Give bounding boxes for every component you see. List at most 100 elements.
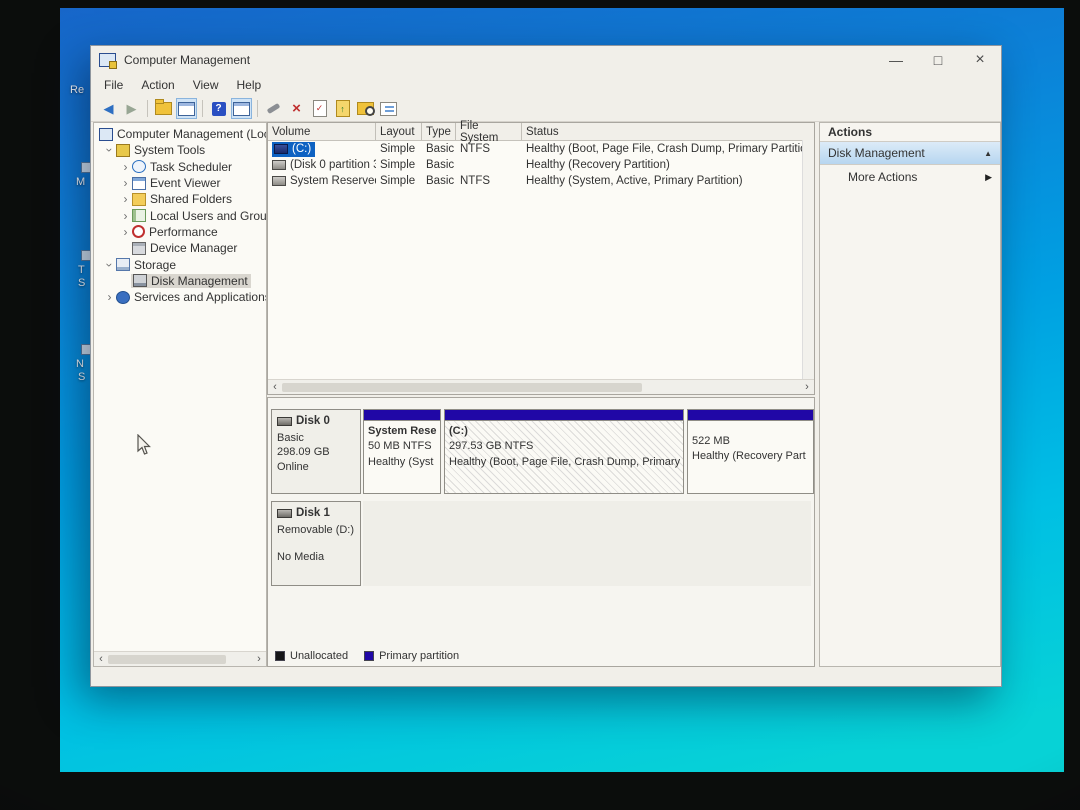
no-media-region[interactable] [363,501,811,586]
show-action-pane-icon[interactable] [176,98,197,119]
partition-recovery[interactable]: 522 MB Healthy (Recovery Part [687,409,814,494]
volume-list: Volume Layout Type File System Status (C… [267,122,815,395]
volume-list-vertical-scrollbar[interactable] [802,140,814,380]
disk-icon [277,509,292,518]
disk-status: No Media [277,550,355,565]
window-title: Computer Management [124,53,250,67]
tree-item-system-tools[interactable]: › System Tools [94,142,266,158]
tree-horizontal-scrollbar[interactable]: ‹ › [94,651,266,666]
volume-row-c[interactable]: (C:) Simple Basic NTFS Healthy (Boot, Pa… [268,141,814,157]
chevron-right-icon[interactable]: › [120,211,131,221]
scroll-left-icon[interactable]: ‹ [94,653,108,665]
delete-volume-icon[interactable]: × [286,98,307,119]
volume-list-horizontal-scrollbar[interactable]: ‹ › [268,379,814,394]
disk-management-icon [133,274,147,287]
column-header-layout[interactable]: Layout [376,123,422,140]
tree-item-services-applications[interactable]: › Services and Applications [94,289,266,305]
desktop-icon-label[interactable]: M [76,176,85,188]
tree-item-local-users-groups[interactable]: › Local Users and Groups [94,207,266,223]
help-icon[interactable]: ? [208,98,229,119]
tree-item-device-manager[interactable]: Device Manager [94,240,266,256]
legend-label: Unallocated [290,650,348,662]
forward-icon[interactable]: ▶ [121,98,142,119]
tree-item-storage[interactable]: › Storage [94,256,266,272]
scroll-left-icon[interactable]: ‹ [268,381,282,393]
disk-type: Removable (D:) [277,523,355,538]
disk-size: 298.09 GB [277,445,355,460]
check-document-icon[interactable]: ✓ [309,98,330,119]
task-scheduler-icon [132,160,146,173]
chevron-down-icon[interactable]: › [105,145,115,156]
maximize-button[interactable]: □ [917,46,959,74]
desktop-icon-label[interactable]: Re [70,84,84,96]
chevron-right-icon[interactable]: › [120,178,131,188]
disk-0-label[interactable]: Disk 0 Basic 298.09 GB Online [271,409,361,494]
attributes-tool-icon[interactable] [263,98,284,119]
primary-partition-bar [688,410,813,421]
menu-help[interactable]: Help [228,76,271,94]
column-header-type[interactable]: Type [422,123,456,140]
desktop-icon-label[interactable]: N [76,358,84,370]
title-bar[interactable]: Computer Management — □ × [91,46,1001,74]
partition-status: Healthy (Syst [368,455,436,470]
volume-type: Basic [422,143,456,155]
volume-file-system: NTFS [456,143,522,155]
tree-item-label: Shared Folders [150,192,232,206]
desktop-icon-label[interactable]: S [78,277,85,289]
chevron-right-icon[interactable]: › [120,227,131,237]
back-icon[interactable]: ◀ [98,98,119,119]
volume-status: Healthy (System, Active, Primary Partiti… [522,175,814,187]
chevron-down-icon[interactable]: › [105,259,115,270]
chevron-right-icon[interactable]: › [120,194,131,204]
legend-primary-partition: Primary partition [364,650,459,662]
volume-row-partition3[interactable]: (Disk 0 partition 3) Simple Basic Health… [268,157,814,173]
toolbar-separator [147,100,148,117]
tree-item-disk-management[interactable]: Disk Management [94,273,266,289]
partition-size: 297.53 GB NTFS [449,439,679,454]
storage-icon [116,258,130,271]
scrollbar-thumb[interactable] [282,383,642,392]
partition-c-selected[interactable]: (C:) 297.53 GB NTFS Healthy (Boot, Page … [444,409,684,494]
scroll-right-icon[interactable]: › [252,653,266,665]
volume-type: Basic [422,175,456,187]
partition-title: System Rese [368,424,436,439]
volume-layout: Simple [376,175,422,187]
volume-row-system-reserved[interactable]: System Reserved Simple Basic NTFS Health… [268,173,814,189]
tree-item-shared-folders[interactable]: › Shared Folders [94,191,266,207]
scroll-right-icon[interactable]: › [800,381,814,393]
menu-action[interactable]: Action [132,76,183,94]
partition-title: (C:) [449,424,679,439]
chevron-right-icon[interactable]: › [104,292,115,302]
disk-icon [277,417,292,426]
show-console-tree-icon[interactable] [153,98,174,119]
more-actions-label: More Actions [848,170,917,184]
menu-file[interactable]: File [95,76,132,94]
tree-item-performance[interactable]: › Performance [94,224,266,240]
disk-1-label[interactable]: Disk 1 Removable (D:) No Media [271,501,361,586]
actions-group-disk-management[interactable]: Disk Management ▲ [820,142,1000,165]
partition-system-reserved[interactable]: System Rese 50 MB NTFS Healthy (Syst [363,409,441,494]
tree-item-computer-management[interactable]: Computer Management (Local [94,126,266,142]
close-button[interactable]: × [959,46,1001,74]
minimize-button[interactable]: — [875,46,917,74]
column-header-file-system[interactable]: File System [456,123,522,140]
search-folder-icon[interactable] [355,98,376,119]
export-list-icon[interactable]: ↑ [332,98,353,119]
unallocated-swatch-icon [275,651,285,661]
desktop-icon-label[interactable]: T [78,264,85,276]
volume-type: Basic [422,159,456,171]
tree-item-event-viewer[interactable]: › Event Viewer [94,175,266,191]
column-header-volume[interactable]: Volume [268,123,376,140]
column-header-status[interactable]: Status [522,123,814,140]
tree-item-label: Task Scheduler [150,160,232,174]
chevron-right-icon[interactable]: › [120,162,131,172]
scrollbar-thumb[interactable] [108,655,226,664]
properties-icon[interactable] [378,98,399,119]
collapse-icon[interactable]: ▲ [984,149,992,158]
more-actions-item[interactable]: More Actions ▶ [820,165,1000,189]
tree-item-label: Local Users and Groups [150,209,267,223]
desktop-icon-label[interactable]: S [78,371,85,383]
console-window-icon[interactable] [231,98,252,119]
menu-view[interactable]: View [184,76,228,94]
tree-item-task-scheduler[interactable]: › Task Scheduler [94,159,266,175]
